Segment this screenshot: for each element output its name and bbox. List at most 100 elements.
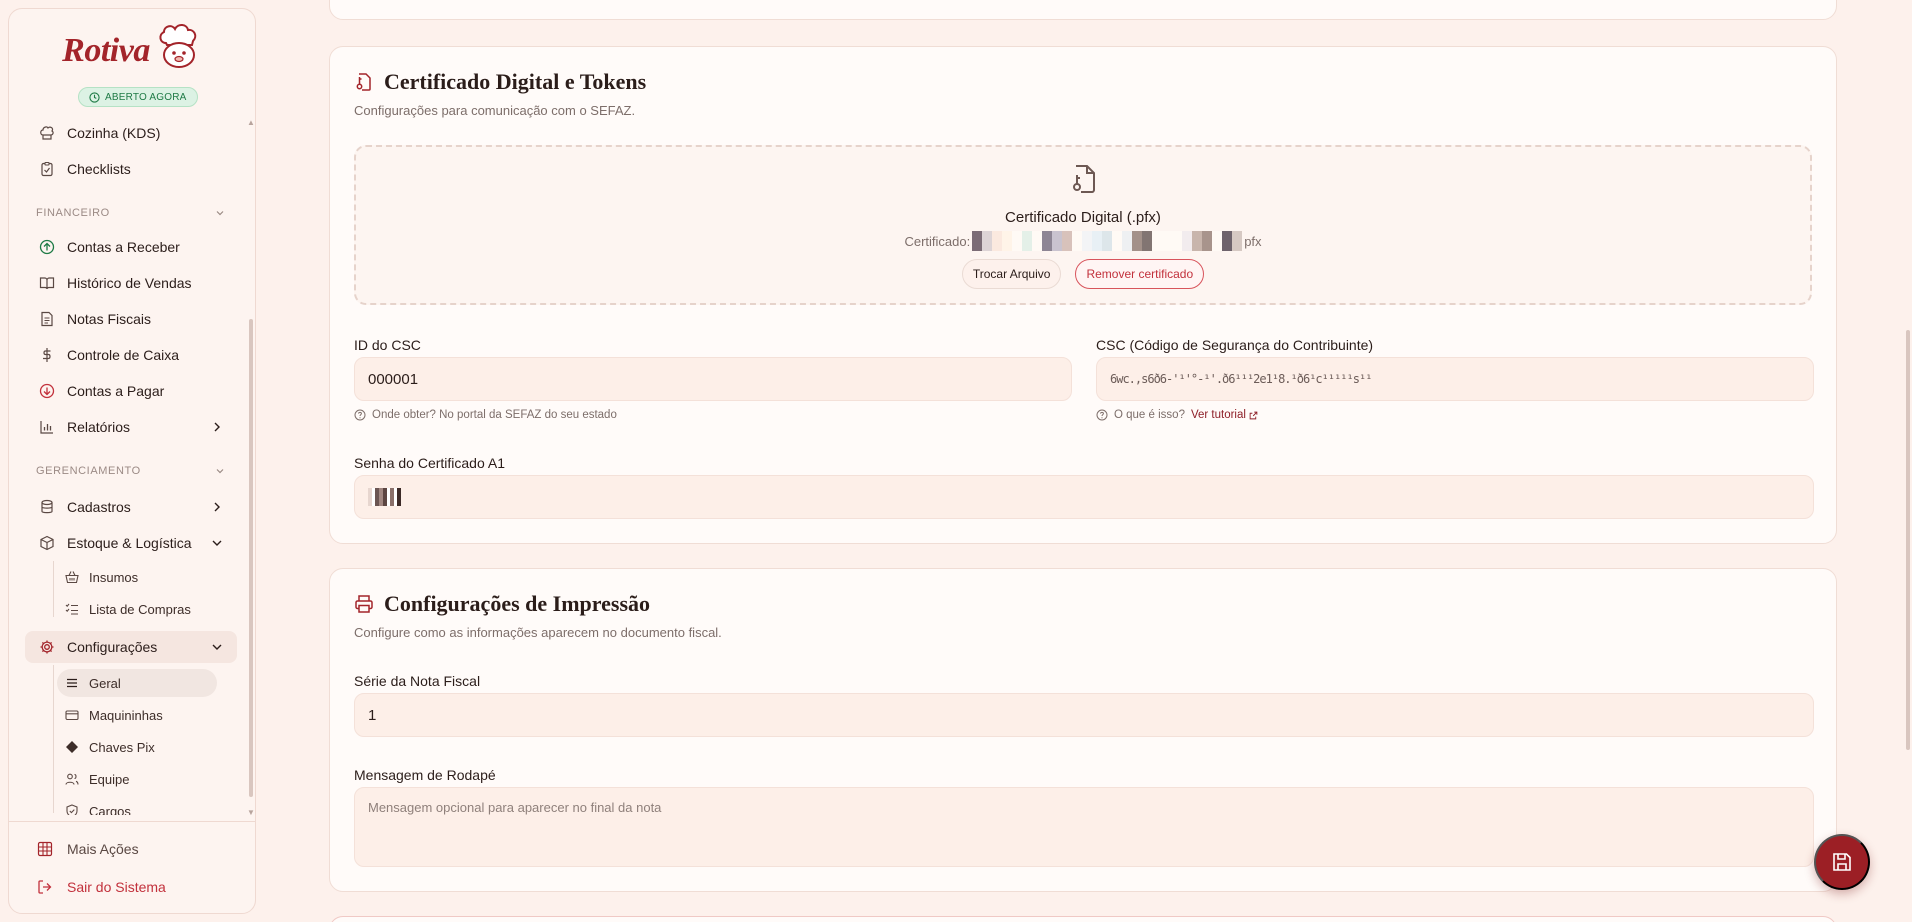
file-key-icon [356,73,371,91]
arrow-down-circle-icon [39,383,55,399]
sidebar-subitem-maquininhas[interactable]: Maquininhas [57,701,217,729]
previous-section-card [329,0,1837,20]
sidebar-subitem-geral[interactable]: Geral [57,669,217,697]
file-text-icon [41,311,53,327]
sidebar-item-label: Configurações [67,639,158,655]
tree-line [53,665,54,813]
clock-icon [89,91,100,103]
sidebar-item-notas-fiscais[interactable]: Notas Fiscais [25,303,237,335]
sidebar-item-label: Relatórios [67,419,131,435]
chef-mascot-icon [159,24,197,68]
brand: Rotiva [9,24,255,77]
users-icon [65,773,79,785]
grid-icon [37,841,53,857]
help-circle-icon [1096,409,1108,421]
certificate-subtitle: Configurações para comunicação com o SEF… [354,103,636,118]
filename-suffix: pfx [1244,233,1262,249]
sidebar-item-estoque[interactable]: Estoque & Logística [25,527,237,559]
certificate-title-text: Certificado Digital e Tokens [384,69,647,94]
sidebar-item-relatorios[interactable]: Relatórios [25,411,237,443]
book-open-icon [39,277,55,290]
csc-label: CSC (Código de Segurança do Contribuinte… [1096,337,1374,353]
csc-id-label: ID do CSC [354,337,421,353]
menu-icon [67,678,77,688]
sidebar-item-label: Cadastros [67,499,131,515]
remove-certificate-button[interactable]: Remover certificado [1075,259,1205,289]
invoice-series-input[interactable]: 1 [354,693,1814,737]
file-key-icon [1073,165,1095,193]
sidebar-item-label: Histórico de Vendas [67,275,192,291]
status-text: ABERTO AGORA [105,91,187,103]
sidebar-subitem-chaves-pix[interactable]: Chaves Pix [57,733,217,761]
page-scrollbar[interactable] [1906,330,1910,750]
logout-button[interactable]: Sair do Sistema [27,872,239,902]
gear-icon [40,640,54,654]
certificate-card: Certificado Digital e Tokens Configuraçõ… [329,46,1837,544]
sidebar-subitem-label: Cargos [89,803,131,816]
bar-chart-icon [40,421,53,434]
chef-hat-icon [40,126,54,140]
chevron-right-icon [214,502,220,512]
csc-input[interactable]: 6wc.,s6ð6-'¹'°-¹'.ð6¹¹¹2e1¹8.¹ð6¹c¹¹¹¹¹s… [1096,357,1814,401]
sidebar-item-controle-caixa[interactable]: Controle de Caixa [25,339,237,371]
chevron-right-icon [214,422,220,432]
csc-hint: O que é isso? Ver tutorial [1096,409,1258,421]
sidebar-item-contas-pagar[interactable]: Contas a Pagar [25,375,237,407]
sidebar-subitem-equipe[interactable]: Equipe [57,765,217,793]
certificate-dropzone[interactable]: Certificado Digital (.pfx) Certificado: … [354,145,1812,305]
sidebar-item-label: Estoque & Logística [67,535,192,551]
sidebar-subitem-lista-compras[interactable]: Lista de Compras [57,595,217,623]
tutorial-link[interactable]: Ver tutorial [1191,409,1258,421]
section-gerenciamento[interactable]: GERENCIAMENTO [36,463,226,479]
logout-label: Sair do Sistema [67,879,166,895]
sidebar-subitem-insumos[interactable]: Insumos [57,563,217,591]
database-icon [41,499,53,514]
more-actions-button[interactable]: Mais Ações [27,834,239,864]
certificate-title: Certificado Digital e Tokens [354,69,646,95]
clipboard-check-icon [41,161,53,177]
pix-icon [66,741,78,753]
section-financeiro[interactable]: FINANCEIRO [36,205,226,221]
credit-card-icon [65,710,79,721]
brand-logo[interactable]: Rotiva [62,24,204,77]
save-button[interactable] [1814,834,1870,890]
footer-message-textarea[interactable]: Mensagem opcional para aparecer no final… [354,787,1814,867]
sidebar-item-contas-receber[interactable]: Contas a Receber [25,231,237,263]
footer-message-label: Mensagem de Rodapé [354,767,496,783]
sidebar-item-label: Cozinha (KDS) [67,125,161,141]
sidebar: Rotiva ABERTO AGORA ▲ ▼ Cozinha (KDS) Ch… [8,8,256,914]
filename-prefix: Certificado: [904,233,971,249]
sidebar-item-historico-vendas[interactable]: Histórico de Vendas [25,267,237,299]
change-file-button[interactable]: Trocar Arquivo [961,259,1062,289]
print-title-text: Configurações de Impressão [384,591,651,616]
help-circle-icon [354,409,366,421]
chevron-down-icon [212,644,222,650]
csc-id-input[interactable]: 000001 [354,357,1072,401]
sidebar-subitem-label: Equipe [89,771,130,787]
print-settings-card: Configurações de Impressão Configure com… [329,568,1837,892]
sidebar-subitem-label: Geral [89,675,121,691]
dropzone-actions: Trocar Arquivo Remover certificado [356,259,1810,289]
next-section-card [329,916,1837,922]
chevron-down-icon [216,469,224,474]
sidebar-item-label: Controle de Caixa [67,347,180,363]
sidebar-item-cadastros[interactable]: Cadastros [25,491,237,523]
sidebar-item-checklists[interactable]: Checklists [25,153,237,185]
password-redacted [368,488,401,506]
password-input[interactable] [354,475,1814,519]
tutorial-link-text: Ver tutorial [1190,409,1246,421]
sidebar-item-label: Contas a Pagar [67,383,165,399]
section-label: FINANCEIRO [36,207,110,219]
dollar-icon [43,348,51,362]
print-subtitle: Configure como as informações aparecem n… [354,625,722,640]
brand-name: Rotiva [62,32,150,69]
save-icon [1833,853,1851,871]
sidebar-subitem-cargos[interactable]: Cargos [57,797,217,815]
arrow-up-circle-icon [39,239,55,255]
sidebar-item-configuracoes[interactable]: Configurações [25,631,237,663]
sidebar-subitem-label: Insumos [89,569,139,585]
dropzone-title: Certificado Digital (.pfx) [1005,209,1161,226]
csc-hint-text: O que é isso? [1114,409,1185,421]
sidebar-item-cozinha[interactable]: Cozinha (KDS) [25,117,237,149]
sidebar-subitem-label: Lista de Compras [89,601,191,617]
